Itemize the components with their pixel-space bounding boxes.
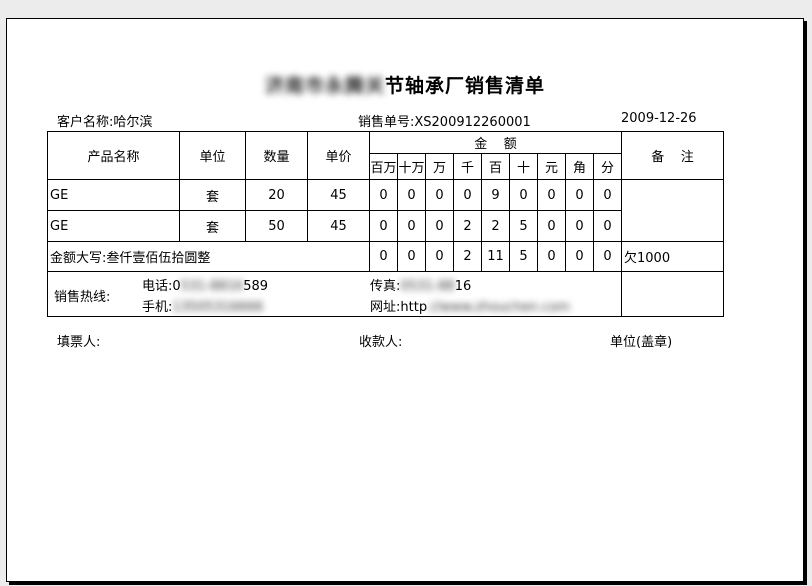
price-cell: 45 <box>307 210 370 242</box>
digit-header: 百万 <box>369 153 398 180</box>
fax-label: 传真: <box>370 279 401 294</box>
contact-note-cell <box>621 271 724 317</box>
total-digit-cell: 2 <box>453 241 482 272</box>
product-name-cell: GE <box>47 210 180 242</box>
total-digit-cell: 0 <box>537 241 566 272</box>
digit-cell: 0 <box>565 179 594 211</box>
sales-table: 产品名称 单位 数量 单价 金 额 备 注 百万 十万 万 千 百 十 元 角 … <box>47 131 724 317</box>
mobile-label: 手机: <box>142 300 173 315</box>
digit-header: 十 <box>509 153 538 180</box>
digit-cell: 0 <box>593 210 622 242</box>
phone-blurred: 531-8816 <box>180 279 244 294</box>
phone-label: 电话: <box>142 279 173 294</box>
mobile-blurred: 13505316666 <box>172 300 264 315</box>
digit-header: 千 <box>453 153 482 180</box>
total-digit-cell: 0 <box>593 241 622 272</box>
digit-cell: 0 <box>453 179 482 211</box>
digit-header: 分 <box>593 153 622 180</box>
price-cell: 45 <box>307 179 370 211</box>
header-unit-price: 单价 <box>307 131 370 180</box>
order-date: 2009-12-26 <box>621 111 697 126</box>
fax-blurred: 0531-88 <box>400 279 455 294</box>
title-visible-part: 节轴承厂销售清单 <box>385 75 546 97</box>
quantity-cell: 50 <box>245 210 308 242</box>
digit-cell: 0 <box>425 210 454 242</box>
title-blurred-part: 济南市永腾关 <box>264 75 385 97</box>
unit-cell: 套 <box>179 210 246 242</box>
total-digit-cell: 0 <box>425 241 454 272</box>
total-digit-cell: 0 <box>397 241 426 272</box>
stamp-label: 单位(盖章) <box>610 335 673 350</box>
digit-cell: 0 <box>537 210 566 242</box>
total-row: 金额大写:叁仟壹佰伍拾圆整 0 0 0 2 11 5 0 0 0 欠1000 <box>47 241 724 272</box>
contact-row: 销售热线: 电话:0531-8816589 手机:13505316666 传真:… <box>47 271 724 317</box>
digit-cell: 0 <box>425 179 454 211</box>
customer-name: 客户名称:哈尔滨 <box>57 115 153 130</box>
header-amount: 金 额 <box>369 131 622 154</box>
note-cell <box>621 210 724 242</box>
hotline-label: 销售热线: <box>54 290 111 305</box>
amount-in-words: 金额大写:叁仟壹佰伍拾圆整 <box>47 241 370 272</box>
fax-end: 16 <box>454 279 472 294</box>
header-unit: 单位 <box>179 131 246 180</box>
phone-line: 电话:0531-8816589 <box>142 275 268 294</box>
mobile-line: 手机:13505316666 <box>142 296 263 315</box>
product-name-cell: GE <box>47 179 180 211</box>
digit-cell: 0 <box>537 179 566 211</box>
digit-cell: 9 <box>481 179 510 211</box>
total-digit-cell: 5 <box>509 241 538 272</box>
unit-cell: 套 <box>179 179 246 211</box>
digit-cell: 0 <box>397 210 426 242</box>
quantity-cell: 20 <box>245 179 308 211</box>
digit-cell: 0 <box>593 179 622 211</box>
table-header-row: 产品名称 单位 数量 单价 金 额 备 注 <box>47 131 724 180</box>
url-line: 网址:http://www.zhouchen.com <box>370 296 570 315</box>
digit-cell: 2 <box>453 210 482 242</box>
digit-header: 角 <box>565 153 594 180</box>
table-row: GE 套 50 45 0 0 0 2 2 5 0 0 0 <box>47 210 724 242</box>
digit-header: 万 <box>425 153 454 180</box>
url-label: 网址: <box>370 300 401 315</box>
digit-header: 元 <box>537 153 566 180</box>
header-product-name: 产品名称 <box>47 131 180 180</box>
url-blurred: ://www.zhouchen.com <box>427 300 570 315</box>
header-quantity: 数量 <box>245 131 308 180</box>
filler-label: 填票人: <box>57 335 101 350</box>
sales-slip-page: 济南市永腾关节轴承厂销售清单 客户名称:哈尔滨 销售单号:XS200912260… <box>6 18 804 582</box>
note-cell <box>621 179 724 211</box>
payee-label: 收款人: <box>359 335 403 350</box>
digit-header: 十万 <box>397 153 426 180</box>
digit-cell: 2 <box>481 210 510 242</box>
digit-cell: 5 <box>509 210 538 242</box>
digit-cell: 0 <box>397 179 426 211</box>
table-row: GE 套 20 45 0 0 0 0 9 0 0 0 0 <box>47 179 724 211</box>
digit-cell: 0 <box>565 210 594 242</box>
total-note: 欠1000 <box>621 241 724 272</box>
digit-cell: 0 <box>369 179 398 211</box>
phone-end: 589 <box>243 279 269 294</box>
digit-header: 百 <box>481 153 510 180</box>
total-digit-cell: 0 <box>369 241 398 272</box>
order-number: 销售单号:XS200912260001 <box>358 115 531 130</box>
document-title: 济南市永腾关节轴承厂销售清单 <box>7 71 803 98</box>
url-visible: http <box>400 300 428 315</box>
total-digit-cell: 11 <box>481 241 510 272</box>
digit-cell: 0 <box>509 179 538 211</box>
total-digit-cell: 0 <box>565 241 594 272</box>
digit-cell: 0 <box>369 210 398 242</box>
phone-start: 0 <box>172 279 181 294</box>
contact-block: 销售热线: 电话:0531-8816589 手机:13505316666 传真:… <box>49 273 621 316</box>
fax-line: 传真:0531-8816 <box>370 275 471 294</box>
header-note: 备 注 <box>621 131 724 180</box>
